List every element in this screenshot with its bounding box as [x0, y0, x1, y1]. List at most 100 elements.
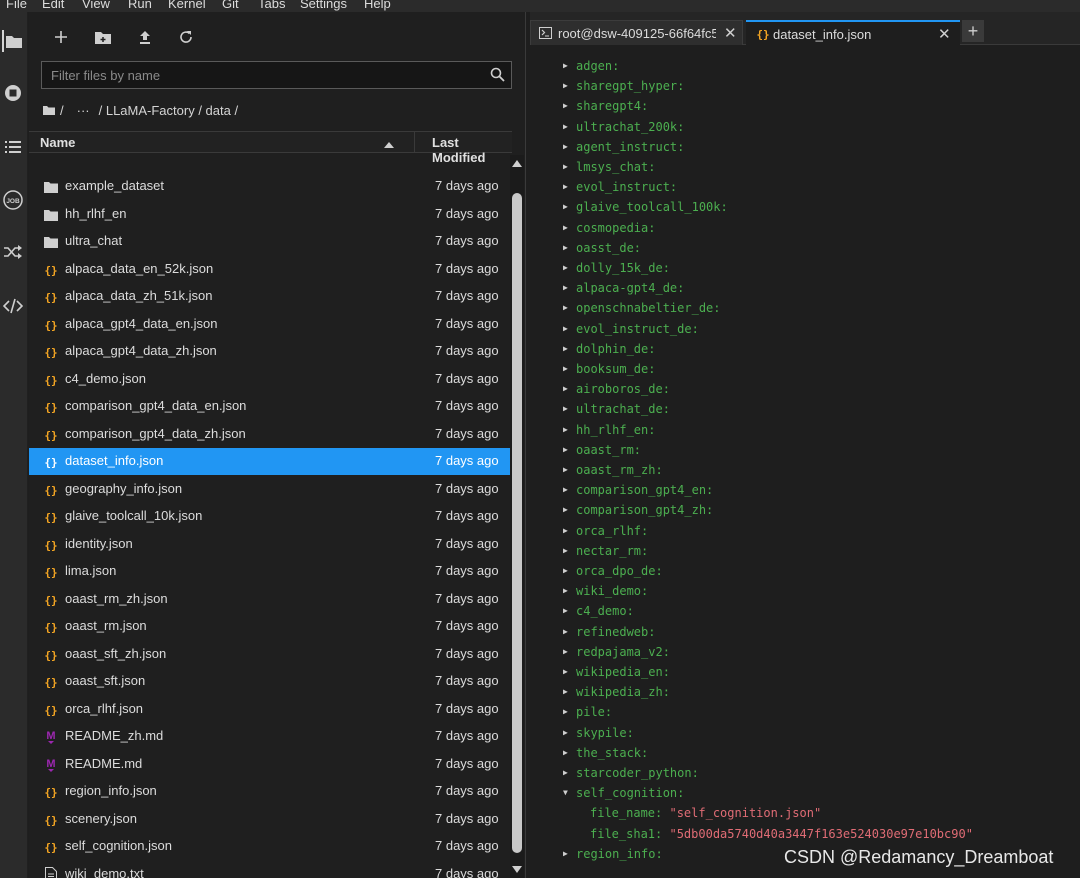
listing-scrollbar[interactable] — [510, 155, 524, 878]
breadcrumb-ellipsis[interactable]: ··· — [77, 103, 90, 118]
menu-help[interactable]: Help — [364, 0, 391, 11]
menu-git[interactable]: Git — [222, 0, 239, 11]
collapse-triangle-icon[interactable]: ▶ — [563, 425, 568, 434]
file-row[interactable]: {} c4_demo.json 7 days ago — [29, 366, 510, 393]
tab-terminal-close-icon[interactable]: ✕ — [724, 24, 737, 42]
file-row[interactable]: wiki_demo.txt 7 days ago — [29, 861, 510, 878]
collapse-triangle-icon[interactable]: ▶ — [563, 505, 568, 514]
collapse-triangle-icon[interactable]: ▶ — [563, 303, 568, 312]
jobs-icon[interactable]: JOB — [2, 189, 24, 211]
upload-button[interactable] — [134, 26, 156, 48]
json-key-row[interactable]: ▶ skypile: — [530, 724, 1080, 744]
file-row[interactable]: {} lima.json 7 days ago — [29, 558, 510, 585]
json-key-row[interactable]: ▶ ultrachat_200k: — [530, 118, 1080, 138]
file-row[interactable]: {} self_cognition.json 7 days ago — [29, 833, 510, 860]
collapse-triangle-icon[interactable]: ▶ — [563, 627, 568, 636]
json-key-row[interactable]: ▶ wikipedia_zh: — [530, 683, 1080, 703]
file-row[interactable]: {} oaast_rm_zh.json 7 days ago — [29, 586, 510, 613]
json-key-row[interactable]: ▶ comparison_gpt4_zh: — [530, 501, 1080, 521]
menu-settings[interactable]: Settings — [300, 0, 347, 11]
file-row[interactable]: {} alpaca_gpt4_data_en.json 7 days ago — [29, 311, 510, 338]
file-row[interactable]: {} alpaca_data_zh_51k.json 7 days ago — [29, 283, 510, 310]
json-key-row[interactable]: ▶ glaive_toolcall_100k: — [530, 198, 1080, 218]
collapse-triangle-icon[interactable]: ▶ — [563, 849, 568, 858]
collapse-triangle-icon[interactable]: ▶ — [563, 768, 568, 777]
json-key-row[interactable]: ▶ sharegpt_hyper: — [530, 77, 1080, 97]
file-row[interactable]: example_dataset 7 days ago — [29, 173, 510, 200]
file-row[interactable]: {} identity.json 7 days ago — [29, 531, 510, 558]
json-key-row[interactable]: ▶ orca_rlhf: — [530, 522, 1080, 542]
file-row[interactable]: {} oaast_sft_zh.json 7 days ago — [29, 641, 510, 668]
refresh-button[interactable] — [175, 26, 197, 48]
collapse-triangle-icon[interactable]: ▶ — [563, 364, 568, 373]
collapse-triangle-icon[interactable]: ▶ — [563, 182, 568, 191]
collapse-triangle-icon[interactable]: ▶ — [563, 61, 568, 70]
json-key-row[interactable]: ▶ oaast_rm_zh: — [530, 461, 1080, 481]
json-key-row[interactable]: ▶ sharegpt4: — [530, 97, 1080, 117]
file-row[interactable]: hh_rlhf_en 7 days ago — [29, 201, 510, 228]
json-key-row[interactable]: ▶ lmsys_chat: — [530, 158, 1080, 178]
file-row[interactable]: {} region_info.json 7 days ago — [29, 778, 510, 805]
json-key-row[interactable]: ▶ oasst_de: — [530, 239, 1080, 259]
code-icon[interactable] — [2, 295, 24, 317]
file-row[interactable]: {} alpaca_gpt4_data_zh.json 7 days ago — [29, 338, 510, 365]
new-launcher-button[interactable] — [50, 26, 72, 48]
json-key-row[interactable]: ▶ openschnabeltier_de: — [530, 299, 1080, 319]
menu-kernel[interactable]: Kernel — [168, 0, 206, 11]
menu-run[interactable]: Run — [128, 0, 152, 11]
collapse-triangle-icon[interactable]: ▶ — [563, 202, 568, 211]
collapse-triangle-icon[interactable]: ▶ — [563, 728, 568, 737]
json-key-row[interactable]: ▶ oaast_rm: — [530, 441, 1080, 461]
json-key-row[interactable]: ▶ evol_instruct_de: — [530, 320, 1080, 340]
json-key-row[interactable]: ▶ refinedweb: — [530, 623, 1080, 643]
file-row[interactable]: {} dataset_info.json 7 days ago — [29, 448, 510, 475]
json-key-row[interactable]: ▶ booksum_de: — [530, 360, 1080, 380]
new-folder-button[interactable] — [92, 26, 114, 48]
json-key-row[interactable]: ▶ ultrachat_de: — [530, 400, 1080, 420]
json-key-row[interactable]: ▶ starcoder_python: — [530, 764, 1080, 784]
json-key-row[interactable]: ▶ pile: — [530, 703, 1080, 723]
collapse-triangle-icon[interactable]: ▶ — [563, 526, 568, 535]
collapse-triangle-icon[interactable]: ▶ — [563, 404, 568, 413]
folder-icon[interactable] — [43, 103, 55, 118]
collapse-triangle-icon[interactable]: ▶ — [563, 81, 568, 90]
json-key-row[interactable]: ▶ airoboros_de: — [530, 380, 1080, 400]
file-row[interactable]: {} orca_rlhf.json 7 days ago — [29, 696, 510, 723]
collapse-triangle-icon[interactable]: ▶ — [563, 586, 568, 595]
collapse-triangle-icon[interactable]: ▶ — [563, 122, 568, 131]
file-row[interactable]: {} scenery.json 7 days ago — [29, 806, 510, 833]
json-key-row[interactable]: ▶ orca_dpo_de: — [530, 562, 1080, 582]
json-key-row[interactable]: ▶ the_stack: — [530, 744, 1080, 764]
collapse-triangle-icon[interactable]: ▶ — [563, 546, 568, 555]
collapse-triangle-icon[interactable]: ▶ — [563, 606, 568, 615]
tab-terminal[interactable]: root@dsw-409125-66f64fc59 ✕ — [530, 20, 743, 45]
json-key-row[interactable]: ▶ cosmopedia: — [530, 219, 1080, 239]
file-row[interactable]: {} comparison_gpt4_data_zh.json 7 days ago — [29, 421, 510, 448]
menu-view[interactable]: View — [82, 0, 110, 11]
filter-input[interactable] — [42, 62, 482, 88]
collapse-triangle-icon[interactable]: ▶ — [563, 647, 568, 656]
column-modified-header[interactable]: Last Modified — [414, 132, 512, 165]
json-key-row[interactable]: ▶ redpajama_v2: — [530, 643, 1080, 663]
add-tab-button[interactable]: + — [962, 20, 984, 42]
file-row[interactable]: M README_zh.md 7 days ago — [29, 723, 510, 750]
file-row[interactable]: {} alpaca_data_en_52k.json 7 days ago — [29, 256, 510, 283]
json-key-row[interactable]: ▶ agent_instruct: — [530, 138, 1080, 158]
json-key-row[interactable]: ▶ wiki_demo: — [530, 582, 1080, 602]
collapse-triangle-icon[interactable]: ▶ — [563, 667, 568, 676]
collapse-triangle-icon[interactable]: ▶ — [563, 687, 568, 696]
collapse-triangle-icon[interactable]: ▶ — [563, 263, 568, 272]
collapse-triangle-icon[interactable]: ▶ — [563, 283, 568, 292]
json-key-row[interactable]: ▼ self_cognition: — [530, 784, 1080, 804]
tab-dataset-info-close-icon[interactable]: ✕ — [938, 25, 951, 43]
file-row[interactable]: {} geography_info.json 7 days ago — [29, 476, 510, 503]
collapse-triangle-icon[interactable]: ▶ — [563, 707, 568, 716]
tab-dataset-info[interactable]: {} dataset_info.json ✕ — [746, 20, 960, 45]
file-row[interactable]: {} oaast_rm.json 7 days ago — [29, 613, 510, 640]
collapse-triangle-icon[interactable]: ▶ — [563, 465, 568, 474]
menu-tabs[interactable]: Tabs — [258, 0, 285, 11]
file-row[interactable]: ultra_chat 7 days ago — [29, 228, 510, 255]
collapse-triangle-icon[interactable]: ▶ — [563, 445, 568, 454]
collapse-triangle-icon[interactable]: ▶ — [563, 566, 568, 575]
menu-file[interactable]: File — [6, 0, 27, 11]
